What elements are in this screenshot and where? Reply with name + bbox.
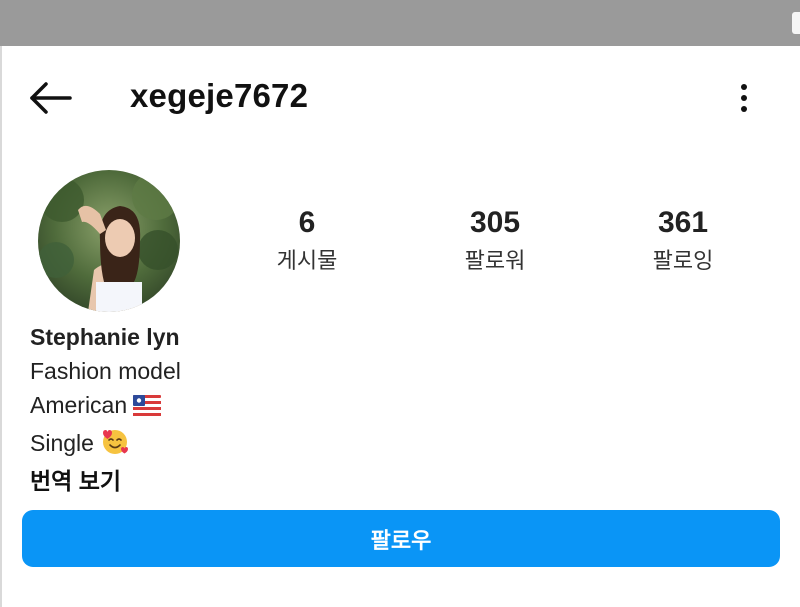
bio-line: American <box>30 388 430 426</box>
posts-count: 6 <box>298 206 316 239</box>
arrow-left-icon <box>30 82 72 114</box>
following-label: 팔로잉 <box>652 248 714 273</box>
more-options-button[interactable] <box>728 78 760 118</box>
following-stat[interactable]: 361 팔로잉 <box>613 204 753 276</box>
flag-icon <box>133 392 162 426</box>
page-title: xegeje7672 <box>130 77 309 114</box>
status-bar <box>0 0 800 46</box>
bio-text: Single <box>30 430 94 456</box>
profile-bio: Stephanie lyn Fashion model American Sin… <box>30 320 430 498</box>
translate-link[interactable]: 번역 보기 <box>30 464 430 498</box>
followers-stat[interactable]: 305 팔로워 <box>425 204 565 276</box>
smiling-face-with-hearts-icon <box>100 427 130 464</box>
back-button[interactable] <box>26 78 74 118</box>
display-name: Stephanie lyn <box>30 324 180 350</box>
profile-header: xegeje7672 <box>0 46 800 150</box>
posts-stat[interactable]: 6 게시물 <box>237 204 377 276</box>
status-indicator <box>792 12 800 34</box>
avatar[interactable] <box>38 170 180 312</box>
follow-button[interactable]: 팔로우 <box>22 510 780 567</box>
following-count: 361 <box>657 206 709 239</box>
profile-photo <box>38 170 180 312</box>
followers-label: 팔로워 <box>464 248 526 273</box>
posts-label: 게시물 <box>276 248 338 273</box>
followers-count: 305 <box>469 206 521 239</box>
bio-line: Fashion model <box>30 358 181 384</box>
bio-text: American <box>30 392 128 418</box>
bio-line: Single <box>30 426 430 464</box>
more-vertical-icon <box>741 84 747 112</box>
